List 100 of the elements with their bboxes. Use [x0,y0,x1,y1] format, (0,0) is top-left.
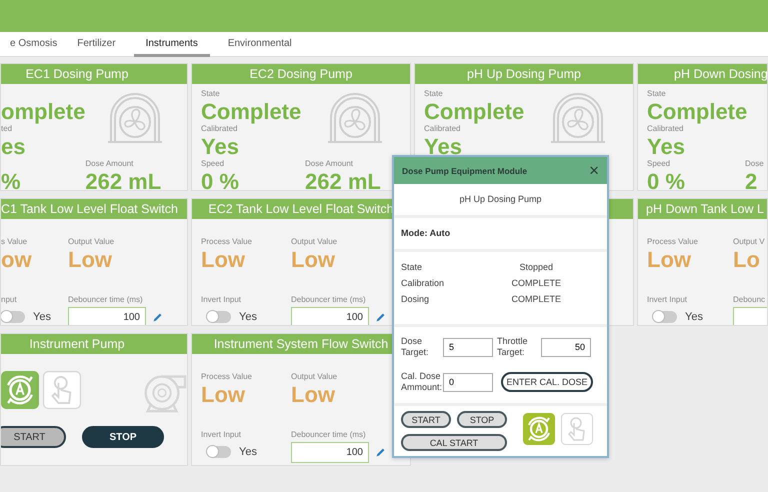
state-value: Complete [647,99,748,124]
process-value: ow [1,247,32,273]
state-label: State [647,89,666,99]
card-header: pH Down Tank Low L [638,199,767,219]
toggle-switch[interactable] [1,311,25,323]
dose-label: Dose Amount [305,159,354,169]
pencil-icon[interactable] [375,312,386,323]
target-label: Throttle Target: [497,336,529,358]
toggle-switch[interactable] [207,446,231,458]
speed-value: 0 % [201,169,239,190]
speed-value: 0 % [647,169,685,190]
output-value: Lo [733,247,760,273]
pump-name: pH Up Dosing Pump [394,184,607,218]
hand-pointer-icon[interactable] [43,371,81,409]
target-input[interactable]: 50 [541,338,591,356]
invert-input-label: Invert Input [201,295,242,305]
debouncer-label: Debouncer time (ms) [68,295,143,305]
debouncer-input[interactable]: 100 [291,307,369,325]
card-header: C1 Tank Low Level Float Switch [1,199,187,219]
cal-dose-input[interactable]: 0 [443,372,493,392]
cal-dose-label: Cal. Dose Ammount: [401,371,441,393]
debouncer-label: Debounc [733,295,766,305]
invert-input-label: Invert Input [201,430,242,440]
calibrated-value: Yes [647,134,685,159]
output-value-label: Output Value [291,237,338,247]
calibrated-value: es [1,134,26,159]
invert-input-label: nput [1,295,17,305]
toggle-label: Yes [239,446,257,458]
hand-pointer-icon[interactable] [561,413,593,445]
toggle-switch[interactable] [207,311,231,323]
process-value: Low [647,247,691,273]
dose-value: 262 mL [305,169,381,190]
debouncer-label: Debouncer time (ms) [291,295,366,305]
calibrated-label: Calibrated [201,124,238,134]
tab[interactable]: Fertilizer [67,32,126,57]
dose-label: Dose [745,159,764,169]
card-header: Instrument Pump [1,334,187,354]
status-label: Calibration [401,278,446,288]
process-value-label: s Value [1,237,28,247]
output-value: Low [291,247,335,273]
pump-button[interactable]: START [1,426,66,448]
status-label: State [401,262,424,272]
dialog-button[interactable]: STOP [457,411,507,428]
process-value: Low [201,382,245,408]
state-value: Complete [201,99,302,124]
card-header: EC2 Dosing Pump [192,64,410,84]
toggle-label: Yes [239,311,257,323]
output-value-label: Output Value [291,372,338,382]
toggle-label: Yes [685,311,703,323]
auto-mode-icon[interactable] [1,371,39,409]
state-value: omplete [1,99,86,124]
card-header: pH Up Dosing Pump [415,64,633,84]
status-value: Stopped [518,262,554,272]
enter-cal-dose-button[interactable]: ENTER CAL. DOSE [501,372,593,392]
dialog-button[interactable]: CAL START [401,434,507,451]
status-value: COMPLETE [510,278,562,288]
card-header: pH Down Dosing [638,64,767,84]
speed-label: Speed [647,159,670,169]
mode-label: Mode: Auto [401,227,452,240]
state-value: Complete [424,99,524,124]
output-value: Low [291,382,335,408]
speed-label: Speed [201,159,224,169]
tab[interactable]: Instruments [134,32,210,57]
state-label: State [201,89,220,99]
dialog-title: Dose Pump Equipment Module [402,166,528,176]
target-label: Dose Target: [401,336,430,358]
tab[interactable]: e Osmosis [0,32,68,57]
calibrated-label: Calibrated [647,124,684,134]
tab[interactable]: Environmental [218,32,302,57]
dose-value: 2 [745,169,758,190]
toggle-switch[interactable] [653,311,677,323]
process-value: Low [201,247,245,273]
process-value-label: Process Value [201,237,252,247]
dialog-button[interactable]: START [401,411,451,428]
output-value-label: Output V [733,237,765,247]
pencil-icon[interactable] [152,312,163,323]
process-value-label: Process Value [201,372,252,382]
output-value: Low [68,247,112,273]
calibrated-label: Calibrated [424,124,460,134]
debouncer-input[interactable]: 100 [68,307,146,325]
target-input[interactable]: 5 [443,338,493,356]
process-value-label: Process Value [647,237,698,247]
calibrated-label: ted [1,124,12,134]
close-icon[interactable]: × [589,162,599,179]
card-header: EC1 Dosing Pump [1,64,187,84]
status-label: Dosing [401,294,430,304]
calibrated-value: Yes [424,134,462,159]
state-label: State [424,89,443,99]
toggle-label: Yes [33,311,51,323]
dose-value: 262 mL [85,169,162,190]
pump-button[interactable]: STOP [82,426,164,448]
dose-label: Dose Amount [85,159,134,169]
calibrated-value: Yes [201,134,239,159]
debouncer-input[interactable]: 100 [291,442,369,463]
auto-mode-icon[interactable] [523,413,555,445]
pencil-icon[interactable] [375,447,386,458]
speed-value: % [1,169,21,190]
debouncer-label: Debouncer time (ms) [291,430,366,440]
invert-input-label: Invert Input [647,295,688,305]
status-value: COMPLETE [510,294,562,304]
